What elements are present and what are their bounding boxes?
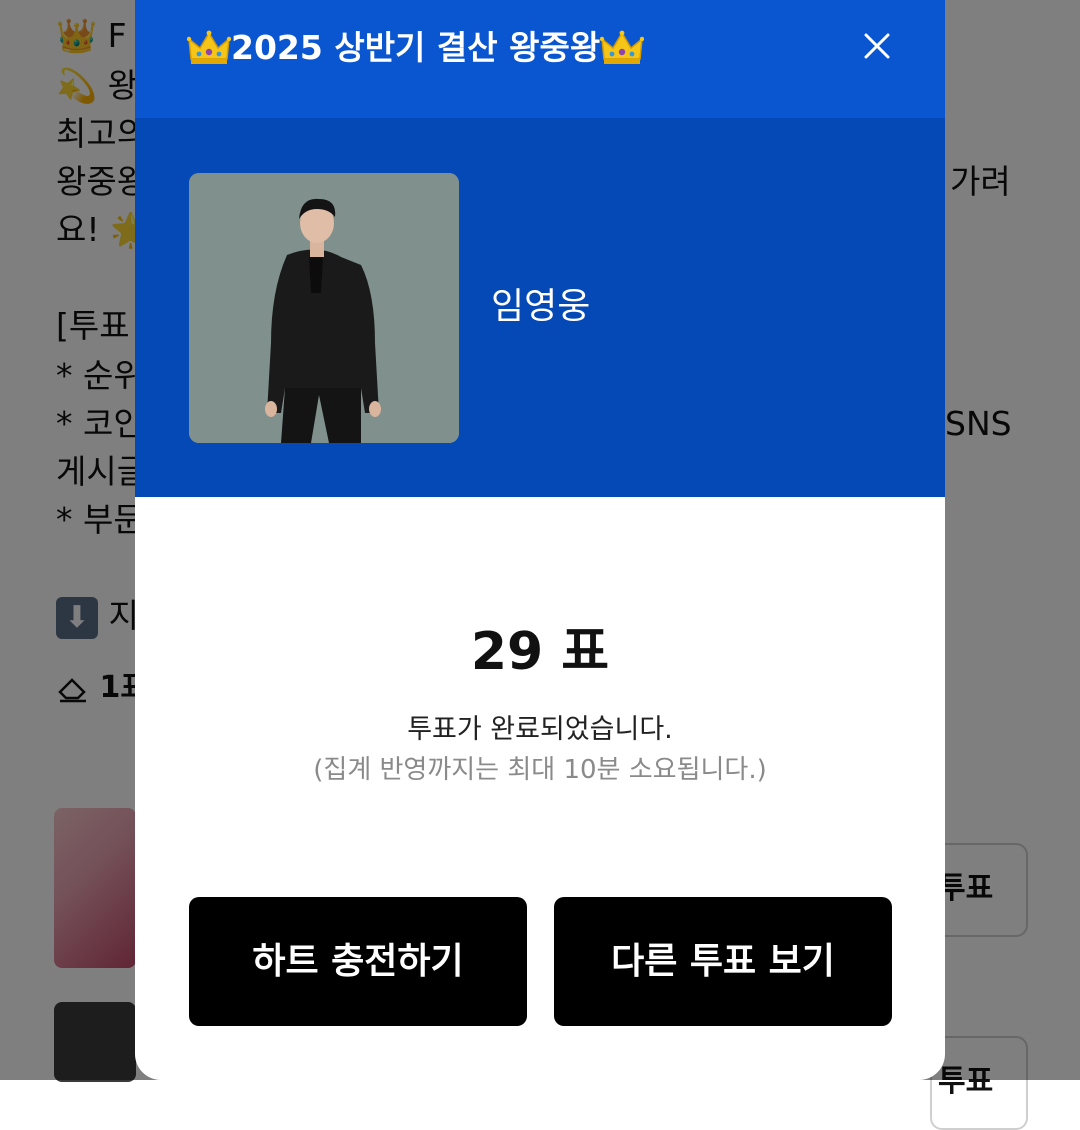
person-silhouette <box>189 173 459 443</box>
candidate-section: 임영웅 <box>135 118 945 497</box>
other-votes-button[interactable]: 다른 투표 보기 <box>554 897 892 1026</box>
vote-count: 29 표 <box>470 622 610 682</box>
candidate-photo <box>189 173 459 443</box>
vote-complete-message: 투표가 완료되었습니다. <box>407 714 673 745</box>
modal-title: 2025 상반기 결산 왕중왕 <box>231 28 601 67</box>
vote-complete-modal: 2025 상반기 결산 왕중왕 임영웅 29 표 투표가 완료되었습니다. (집… <box>135 0 945 1080</box>
modal-header: 2025 상반기 결산 왕중왕 <box>135 0 945 118</box>
tally-delay-notice: (집계 반영까지는 최대 10분 소요됩니다.) <box>313 755 767 785</box>
close-icon[interactable] <box>859 28 895 64</box>
charge-hearts-button[interactable]: 하트 충전하기 <box>189 897 527 1026</box>
crown-icon <box>600 30 645 64</box>
modal-title-row: 2025 상반기 결산 왕중왕 <box>187 26 645 70</box>
crown-icon <box>187 30 231 64</box>
candidate-name: 임영웅 <box>491 286 591 327</box>
